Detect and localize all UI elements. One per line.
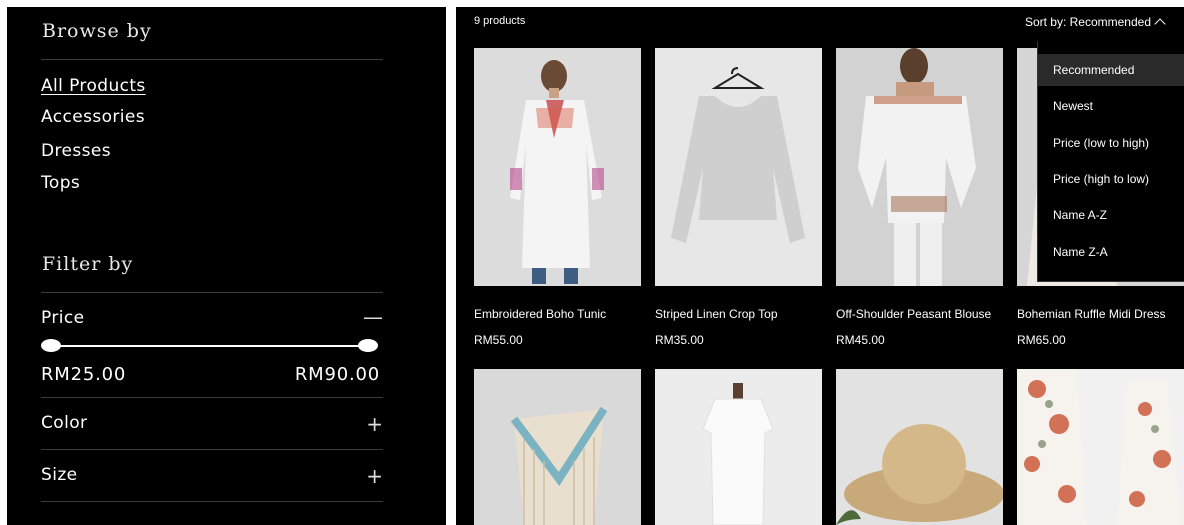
size-filter-label[interactable]: Size (41, 465, 78, 485)
sort-label: Sort by: Recommended (1024, 15, 1151, 29)
sort-dropdown-trigger[interactable]: Sort by: Recommended (1024, 15, 1166, 30)
category-all-products[interactable]: All Products (41, 76, 146, 96)
product-image-floral-dress[interactable] (1017, 369, 1184, 525)
size-expand-toggle[interactable]: + (366, 464, 383, 488)
chevron-up-icon (1154, 18, 1166, 30)
price-min-value: RM25.00 (41, 364, 127, 385)
filter-heading: Filter by (42, 253, 134, 275)
product-price: RM45.00 (836, 333, 885, 347)
product-image-fringe-bag[interactable] (474, 369, 641, 525)
sort-option-price-high-low[interactable]: Price (high to low) (1038, 163, 1184, 195)
price-collapse-toggle[interactable]: — (363, 305, 383, 329)
price-min-handle[interactable] (41, 339, 61, 352)
category-accessories[interactable]: Accessories (41, 107, 145, 127)
divider (41, 449, 383, 450)
sort-option-newest[interactable]: Newest (1038, 90, 1184, 122)
product-image-straw-hat[interactable] (836, 369, 1003, 525)
divider (41, 397, 383, 398)
product-name[interactable]: Bohemian Ruffle Midi Dress (1017, 307, 1166, 321)
product-price: RM65.00 (1017, 333, 1066, 347)
sort-option-name-az[interactable]: Name A-Z (1038, 199, 1184, 231)
category-dresses[interactable]: Dresses (41, 141, 111, 161)
product-price: RM55.00 (474, 333, 523, 347)
price-slider-track[interactable] (48, 345, 374, 347)
product-count: 9 products (474, 15, 526, 27)
sort-dropdown-menu: Recommended Newest Price (low to high) P… (1037, 41, 1184, 282)
divider (41, 501, 383, 502)
price-filter-label: Price (41, 308, 85, 328)
divider (41, 59, 383, 60)
divider (41, 292, 383, 293)
color-filter-label[interactable]: Color (41, 413, 87, 433)
product-image-croptop[interactable] (655, 48, 822, 286)
sort-option-price-low-high[interactable]: Price (low to high) (1038, 127, 1184, 159)
product-name[interactable]: Off-Shoulder Peasant Blouse (836, 307, 991, 321)
product-image-lace-dress[interactable] (655, 369, 822, 525)
sort-option-name-za[interactable]: Name Z-A (1038, 236, 1184, 268)
product-name[interactable]: Embroidered Boho Tunic (474, 307, 606, 321)
product-image-tunic[interactable] (474, 48, 641, 286)
product-price: RM35.00 (655, 333, 704, 347)
sort-option-recommended[interactable]: Recommended (1038, 54, 1184, 86)
price-max-value: RM90.00 (294, 364, 380, 385)
product-grid-area: 9 products Sort by: Recommended Embroide… (456, 7, 1184, 525)
product-name[interactable]: Striped Linen Crop Top (655, 307, 778, 321)
price-max-handle[interactable] (358, 339, 378, 352)
product-image-blouse[interactable] (836, 48, 1003, 286)
browse-heading: Browse by (42, 20, 152, 42)
color-expand-toggle[interactable]: + (366, 412, 383, 436)
sidebar: Browse by All Products Accessories Dress… (7, 7, 446, 525)
category-tops[interactable]: Tops (41, 173, 80, 193)
